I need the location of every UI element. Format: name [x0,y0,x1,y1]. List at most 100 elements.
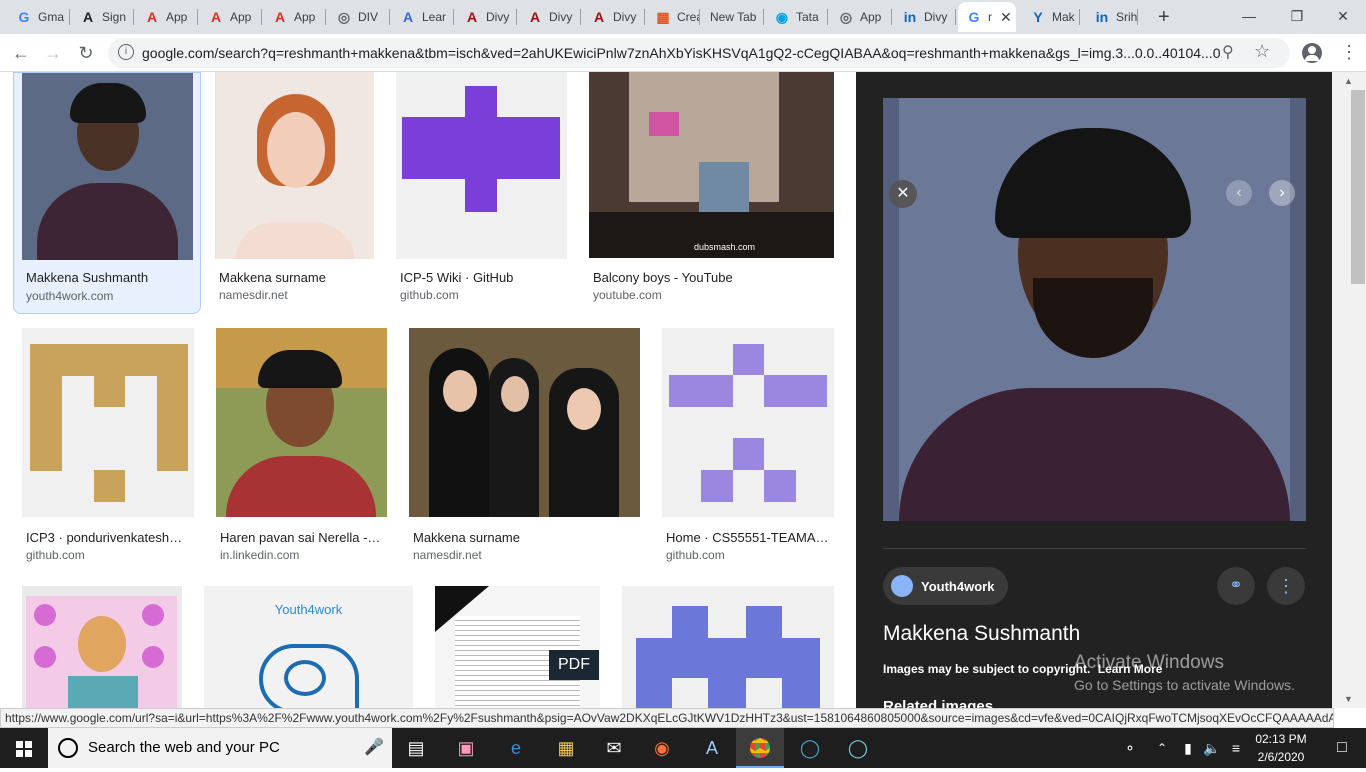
preview-title[interactable]: Makkena Sushmanth [883,622,1080,646]
browser-tab[interactable]: ◉ Tata [766,2,828,32]
minimize-button[interactable]: — [1226,0,1272,32]
browser-tab[interactable]: ◎ App [830,2,892,32]
result-title[interactable]: Makkena Sushmanth [26,270,196,285]
scroll-thumb[interactable] [1351,90,1365,284]
result-thumbnail[interactable]: dubsmash.com [589,72,834,258]
preview-image[interactable] [883,98,1306,521]
result-card[interactable]: ICP-5 Wiki · GitHub github.com [396,72,568,314]
result-card[interactable]: Makkena Sushmanth youth4work.com [13,72,201,314]
result-thumbnail[interactable] [22,328,194,517]
result-card[interactable]: dubsmash.com Balcony boys - YouTube yout… [589,72,835,314]
store-icon[interactable]: ▣ [442,728,490,768]
browser-tab[interactable]: A Divy [583,2,645,32]
browser-tab[interactable]: A App [264,2,326,32]
result-card[interactable]: PDF [435,586,601,708]
result-card[interactable]: Home · CS55551-TEAMA… github.com [662,328,835,568]
search-placeholder[interactable]: Search the web and your PC [88,739,280,756]
firefox-icon[interactable]: ◉ [638,728,686,768]
windows-start-icon[interactable] [0,728,48,768]
scroll-up-icon[interactable]: ▲ [1344,76,1353,86]
chrome-icon[interactable] [736,728,784,768]
prev-image-icon[interactable]: ‹ [1226,180,1252,206]
back-button[interactable]: ← [8,40,34,66]
browser-tab[interactable]: Y Mak [1022,2,1080,32]
new-tab-button[interactable]: + [1150,2,1180,32]
result-card[interactable] [622,586,835,708]
task-view-icon[interactable]: ▤ [392,728,440,768]
page-content: Makkena Sushmanth youth4work.com Makkena… [0,72,1366,708]
edge-icon[interactable]: e [492,728,540,768]
result-thumbnail[interactable] [662,328,834,517]
result-thumbnail[interactable] [22,73,193,260]
info-icon[interactable]: i [118,44,134,60]
chevron-up-icon[interactable]: ⌃ [1150,728,1174,768]
browser-tab[interactable]: A App [136,2,198,32]
menu-dots-icon[interactable]: ⋮ [1340,40,1358,64]
result-title[interactable]: ICP-5 Wiki · GitHub [400,270,513,285]
result-title[interactable]: Makkena surname [413,530,520,545]
more-options-icon[interactable]: ⋮ [1267,567,1305,605]
result-card[interactable]: Haren pavan sai Nerella -… in.linkedin.c… [216,328,388,568]
scroll-down-icon[interactable]: ▼ [1344,694,1353,704]
network-icon[interactable]: ≡ [1224,728,1248,768]
app-round-icon-2[interactable]: ◯ [834,728,882,768]
volume-icon[interactable]: 🔈 [1200,728,1224,768]
page-scrollbar[interactable]: ▲ ▼ [1332,72,1366,708]
result-thumbnail[interactable] [215,72,374,259]
result-title[interactable]: Home · CS55551-TEAMA… [666,530,831,545]
maximize-button[interactable]: ❐ [1274,0,1320,32]
reload-button[interactable]: ↻ [73,40,99,66]
result-thumbnail[interactable] [22,586,182,708]
result-thumbnail[interactable] [396,72,567,259]
forward-button[interactable]: → [40,40,66,66]
tab-label: Srih [1116,10,1138,24]
close-preview-icon[interactable]: ✕ [889,180,917,208]
taskbar-clock[interactable]: 02:13 PM 2/6/2020 [1254,730,1308,766]
browser-tab[interactable]: ◎ DIV [328,2,390,32]
browser-tab[interactable]: A Divy [456,2,517,32]
close-tab-icon[interactable]: ✕ [1000,9,1012,26]
people-icon[interactable]: ⚬ [1106,728,1154,768]
result-thumbnail[interactable] [622,586,834,708]
browser-tab[interactable]: Gr ✕ [958,2,1016,32]
taskbar-search-box[interactable]: Search the web and your PC 🎤 [48,728,392,768]
share-icon[interactable]: ⚭ [1217,567,1255,605]
browser-tab[interactable]: in Divy [894,2,956,32]
microphone-icon[interactable]: 🎤 [364,737,384,757]
mail-icon[interactable]: ✉ [590,728,638,768]
result-thumbnail[interactable]: Youth4work [204,586,413,708]
app-round-icon[interactable]: ◯ [786,728,834,768]
bookmark-star-icon[interactable]: ☆ [1254,41,1270,62]
zoom-icon[interactable]: ⚲ [1222,42,1234,62]
browser-tab[interactable]: A Sign [72,2,134,32]
result-card[interactable]: ICP3 · pondurivenkatesh… github.com [22,328,195,568]
result-thumbnail[interactable]: PDF [435,586,600,708]
result-title[interactable]: ICP3 · pondurivenkatesh… [26,530,191,545]
browser-tab[interactable]: A Divy [519,2,581,32]
file-explorer-icon[interactable]: ▦ [542,728,590,768]
site-chip[interactable]: Youth4work [883,567,1009,605]
profile-avatar-icon[interactable] [1302,43,1322,63]
browser-tab[interactable]: ▦ Crea [647,2,700,32]
app-a-plus-icon[interactable]: A [688,728,736,768]
browser-tab[interactable]: in Srih [1086,2,1138,32]
browser-tab[interactable]: A Lear [392,2,454,32]
browser-tab[interactable]: G Gma [8,2,70,32]
result-card[interactable]: Makkena surname namesdir.net [215,72,375,314]
result-card[interactable] [22,586,183,708]
address-bar[interactable]: i google.com/search?q=reshmanth+makkena&… [108,38,1290,68]
close-window-button[interactable]: ✕ [1320,0,1366,32]
browser-tab[interactable]: A App [200,2,262,32]
result-card[interactable]: Makkena surname namesdir.net [409,328,641,568]
result-title[interactable]: Haren pavan sai Nerella -… [220,530,385,545]
result-thumbnail[interactable] [409,328,640,517]
url-text[interactable]: google.com/search?q=reshmanth+makkena&tb… [142,45,1222,61]
battery-icon[interactable]: ▮ [1176,728,1200,768]
next-image-icon[interactable]: › [1269,180,1295,206]
result-title[interactable]: Makkena surname [219,270,326,285]
browser-tab[interactable]: New Tab [702,2,764,32]
result-title[interactable]: Balcony boys - YouTube [593,270,733,285]
result-thumbnail[interactable] [216,328,387,517]
result-card[interactable]: Youth4work [204,586,414,708]
notification-icon[interactable]: □ [1318,728,1366,768]
